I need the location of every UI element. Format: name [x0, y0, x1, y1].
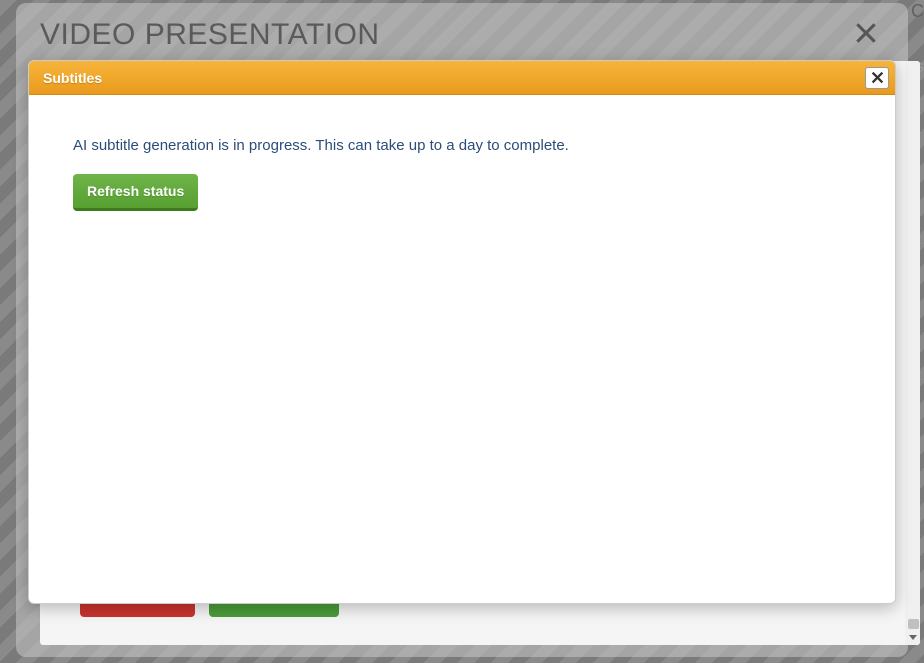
refresh-status-button[interactable]: Refresh status — [73, 174, 198, 211]
dialog-body: AI subtitle generation is in progress. T… — [29, 95, 895, 253]
subtitles-dialog: Subtitles AI subtitle generation is in p… — [28, 60, 896, 604]
dialog-titlebar[interactable]: Subtitles — [29, 61, 895, 95]
status-text: AI subtitle generation is in progress. T… — [73, 137, 851, 154]
panel-header: VIDEO PRESENTATION — [40, 15, 884, 63]
close-icon — [871, 71, 884, 84]
panel-close-button[interactable] — [848, 15, 884, 51]
panel-title: VIDEO PRESENTATION — [40, 15, 884, 55]
bg-letter: C — [911, 1, 924, 22]
scrollbar[interactable] — [905, 61, 920, 645]
scrollbar-down-arrow-icon[interactable] — [905, 630, 920, 645]
dialog-title: Subtitles — [43, 70, 102, 86]
close-icon — [853, 20, 879, 46]
scrollbar-thumb[interactable] — [908, 619, 919, 629]
dialog-close-button[interactable] — [865, 67, 889, 89]
